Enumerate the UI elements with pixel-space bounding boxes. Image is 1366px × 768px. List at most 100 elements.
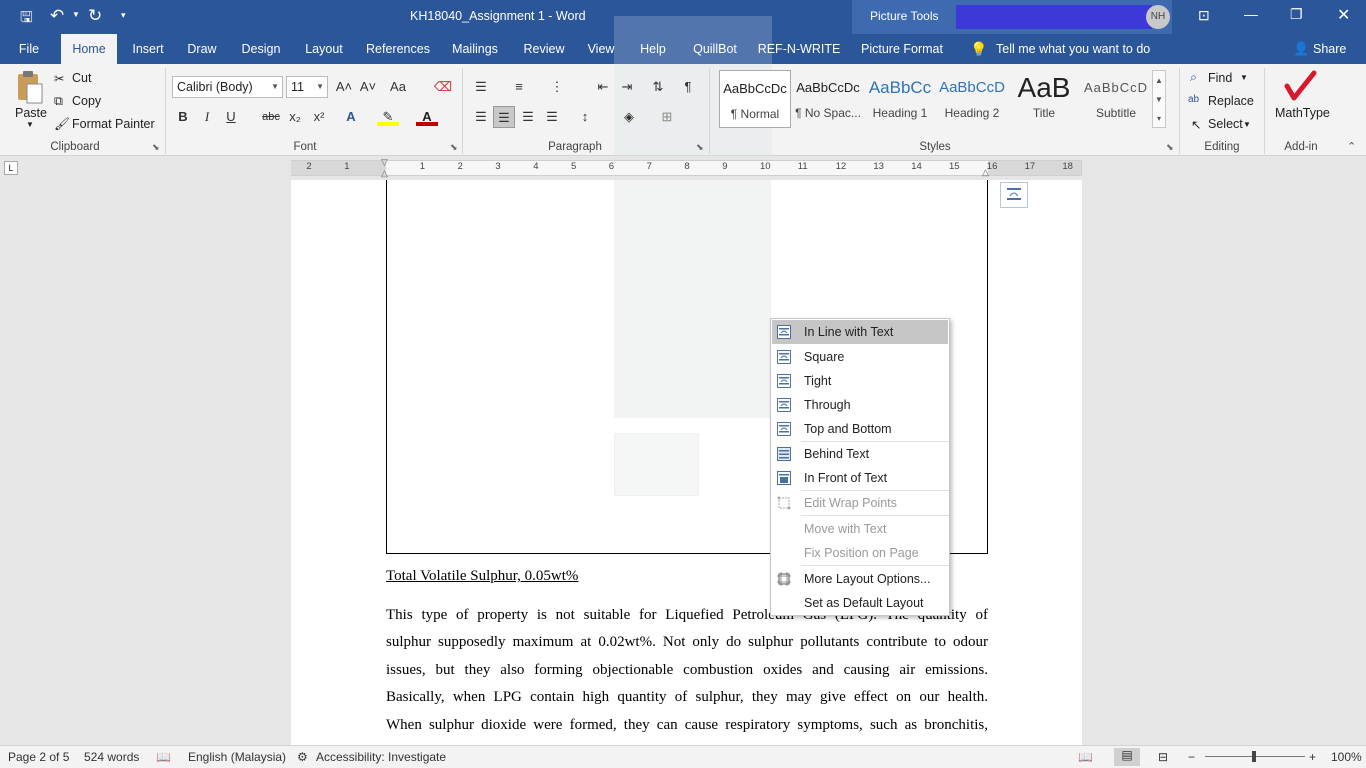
- tab-draw[interactable]: Draw: [180, 34, 224, 64]
- find-icon[interactable]: ⌕: [1190, 70, 1197, 85]
- font-name-combo[interactable]: Calibri (Body) ▼: [172, 76, 283, 98]
- layout-options-button[interactable]: [1000, 182, 1028, 208]
- styles-gallery-scroll[interactable]: ▲ ▼ ▾: [1152, 70, 1166, 128]
- replace-button[interactable]: Replace: [1208, 94, 1254, 108]
- font-color-icon[interactable]: A: [416, 106, 438, 126]
- word-count[interactable]: 524 words: [84, 750, 139, 764]
- paste-dropdown-icon[interactable]: ▼: [26, 120, 34, 129]
- menu-item-more-layout-options[interactable]: More Layout Options...: [772, 567, 948, 591]
- share-button[interactable]: Share: [1313, 42, 1346, 56]
- restore-icon[interactable]: ❐: [1290, 6, 1303, 23]
- styles-launcher-icon[interactable]: ⬊: [1166, 142, 1174, 153]
- menu-item-in-front-of-text[interactable]: In Front of Text: [772, 466, 948, 490]
- show-formatting-button[interactable]: ¶: [677, 76, 699, 98]
- replace-icon[interactable]: ab: [1188, 94, 1199, 105]
- format-painter-button[interactable]: Format Painter: [72, 117, 155, 131]
- ribbon-display-options-icon[interactable]: ⊡: [1198, 7, 1210, 24]
- paragraph-launcher-icon[interactable]: ⬊: [696, 142, 704, 153]
- redo-icon[interactable]: ↻: [88, 6, 102, 26]
- tab-picture-format[interactable]: Picture Format: [856, 34, 948, 64]
- tab-quillbot[interactable]: QuillBot: [684, 34, 746, 64]
- tab-insert[interactable]: Insert: [124, 34, 172, 64]
- tab-help[interactable]: Help: [632, 34, 674, 64]
- chevron-down-icon[interactable]: ▼: [316, 77, 324, 97]
- collapse-ribbon-icon[interactable]: ⌃: [1347, 140, 1356, 153]
- menu-item-tight[interactable]: Tight: [772, 369, 948, 393]
- menu-item-top-and-bottom[interactable]: Top and Bottom: [772, 417, 948, 441]
- tab-view[interactable]: View: [580, 34, 622, 64]
- bold-button[interactable]: B: [172, 106, 194, 128]
- cut-button[interactable]: Cut: [72, 71, 91, 85]
- font-size-combo[interactable]: 11 ▼: [286, 76, 328, 98]
- style-normal[interactable]: AaBbCcDc ¶ Normal: [719, 70, 791, 128]
- underline-button[interactable]: U: [220, 106, 242, 128]
- clipboard-launcher-icon[interactable]: ⬊: [152, 142, 160, 153]
- style-no-spacing[interactable]: AaBbCcDc ¶ No Spac...: [792, 70, 864, 128]
- proofing-icon[interactable]: 📖: [156, 750, 171, 764]
- tab-references[interactable]: References: [362, 34, 434, 64]
- chevron-down-icon[interactable]: ▼: [1240, 73, 1248, 82]
- language-status[interactable]: English (Malaysia): [188, 750, 286, 764]
- web-layout-icon[interactable]: ⊟: [1158, 750, 1168, 764]
- menu-item-through[interactable]: Through: [772, 393, 948, 417]
- tell-me-search[interactable]: Tell me what you want to do: [996, 42, 1150, 56]
- account-name-redacted[interactable]: [956, 5, 1152, 29]
- style-subtitle[interactable]: AaBbCcD Subtitle: [1080, 70, 1152, 128]
- multilevel-list-icon[interactable]: ⋮: [546, 76, 568, 98]
- tab-design[interactable]: Design: [234, 34, 288, 64]
- style-title[interactable]: AaB Title: [1008, 70, 1080, 128]
- zoom-level[interactable]: 100%: [1331, 750, 1362, 764]
- read-mode-icon[interactable]: 📖: [1078, 750, 1093, 764]
- clear-formatting-icon[interactable]: ⌫: [432, 76, 454, 98]
- mathtype-icon[interactable]: [1284, 70, 1318, 102]
- subscript-button[interactable]: x₂: [284, 106, 306, 128]
- first-line-indent-icon[interactable]: ▽: [381, 157, 388, 168]
- italic-button[interactable]: I: [196, 106, 218, 128]
- select-button[interactable]: Select: [1208, 117, 1243, 131]
- print-layout-icon[interactable]: ▤: [1114, 748, 1140, 766]
- increase-indent-icon[interactable]: ⇥: [616, 76, 638, 98]
- tab-selector-icon[interactable]: L: [4, 161, 18, 175]
- accessibility-status[interactable]: Accessibility: Investigate: [316, 750, 446, 764]
- tab-review[interactable]: Review: [518, 34, 570, 64]
- customize-qat-icon[interactable]: ▾: [121, 10, 126, 21]
- numbering-icon[interactable]: ≡: [508, 76, 530, 98]
- cut-icon[interactable]: ✂: [54, 71, 64, 86]
- copy-icon[interactable]: ⧉: [54, 94, 63, 109]
- right-indent-icon[interactable]: △: [982, 167, 989, 178]
- chevron-down-icon[interactable]: ▼: [271, 77, 279, 97]
- superscript-button[interactable]: x²: [308, 106, 330, 128]
- shading-icon[interactable]: ◈: [618, 106, 640, 128]
- line-spacing-icon[interactable]: ↕: [574, 106, 596, 128]
- font-launcher-icon[interactable]: ⬊: [450, 142, 458, 153]
- change-case-button[interactable]: Aa: [387, 76, 409, 98]
- justify-icon[interactable]: ☰: [541, 106, 563, 128]
- align-left-icon[interactable]: ☰: [470, 106, 492, 128]
- paste-button[interactable]: Paste: [15, 106, 47, 120]
- shrink-font-button[interactable]: A˅: [357, 76, 379, 98]
- tab-mailings[interactable]: Mailings: [444, 34, 506, 64]
- grow-font-button[interactable]: A˄: [333, 76, 355, 98]
- avatar[interactable]: NH: [1146, 5, 1170, 29]
- chevron-down-icon[interactable]: ▼: [1243, 120, 1251, 129]
- highlight-icon[interactable]: ✎: [377, 106, 399, 126]
- menu-item-set-as-default-layout[interactable]: Set as Default Layout: [772, 591, 948, 615]
- bullets-icon[interactable]: ☰: [470, 76, 492, 98]
- align-center-icon[interactable]: ☰: [493, 106, 515, 128]
- menu-item-behind-text[interactable]: Behind Text: [772, 442, 948, 466]
- zoom-slider-thumb[interactable]: [1252, 751, 1256, 762]
- undo-dropdown-icon[interactable]: ▼: [72, 10, 80, 19]
- paste-icon[interactable]: [14, 70, 44, 106]
- menu-item-square[interactable]: Square: [772, 345, 948, 369]
- page-count[interactable]: Page 2 of 5: [8, 750, 69, 764]
- menu-item-in-line-with-text[interactable]: In Line with Text: [772, 320, 948, 344]
- close-icon[interactable]: ✕: [1337, 5, 1350, 25]
- minimize-icon[interactable]: —: [1244, 6, 1258, 22]
- borders-icon[interactable]: ⊞: [656, 106, 678, 128]
- hanging-indent-icon[interactable]: △: [381, 168, 388, 179]
- copy-button[interactable]: Copy: [72, 94, 101, 108]
- mathtype-button[interactable]: MathType: [1275, 106, 1330, 120]
- find-button[interactable]: Find: [1208, 71, 1232, 85]
- select-icon[interactable]: ↖: [1191, 117, 1201, 132]
- undo-icon[interactable]: ↶: [50, 6, 64, 26]
